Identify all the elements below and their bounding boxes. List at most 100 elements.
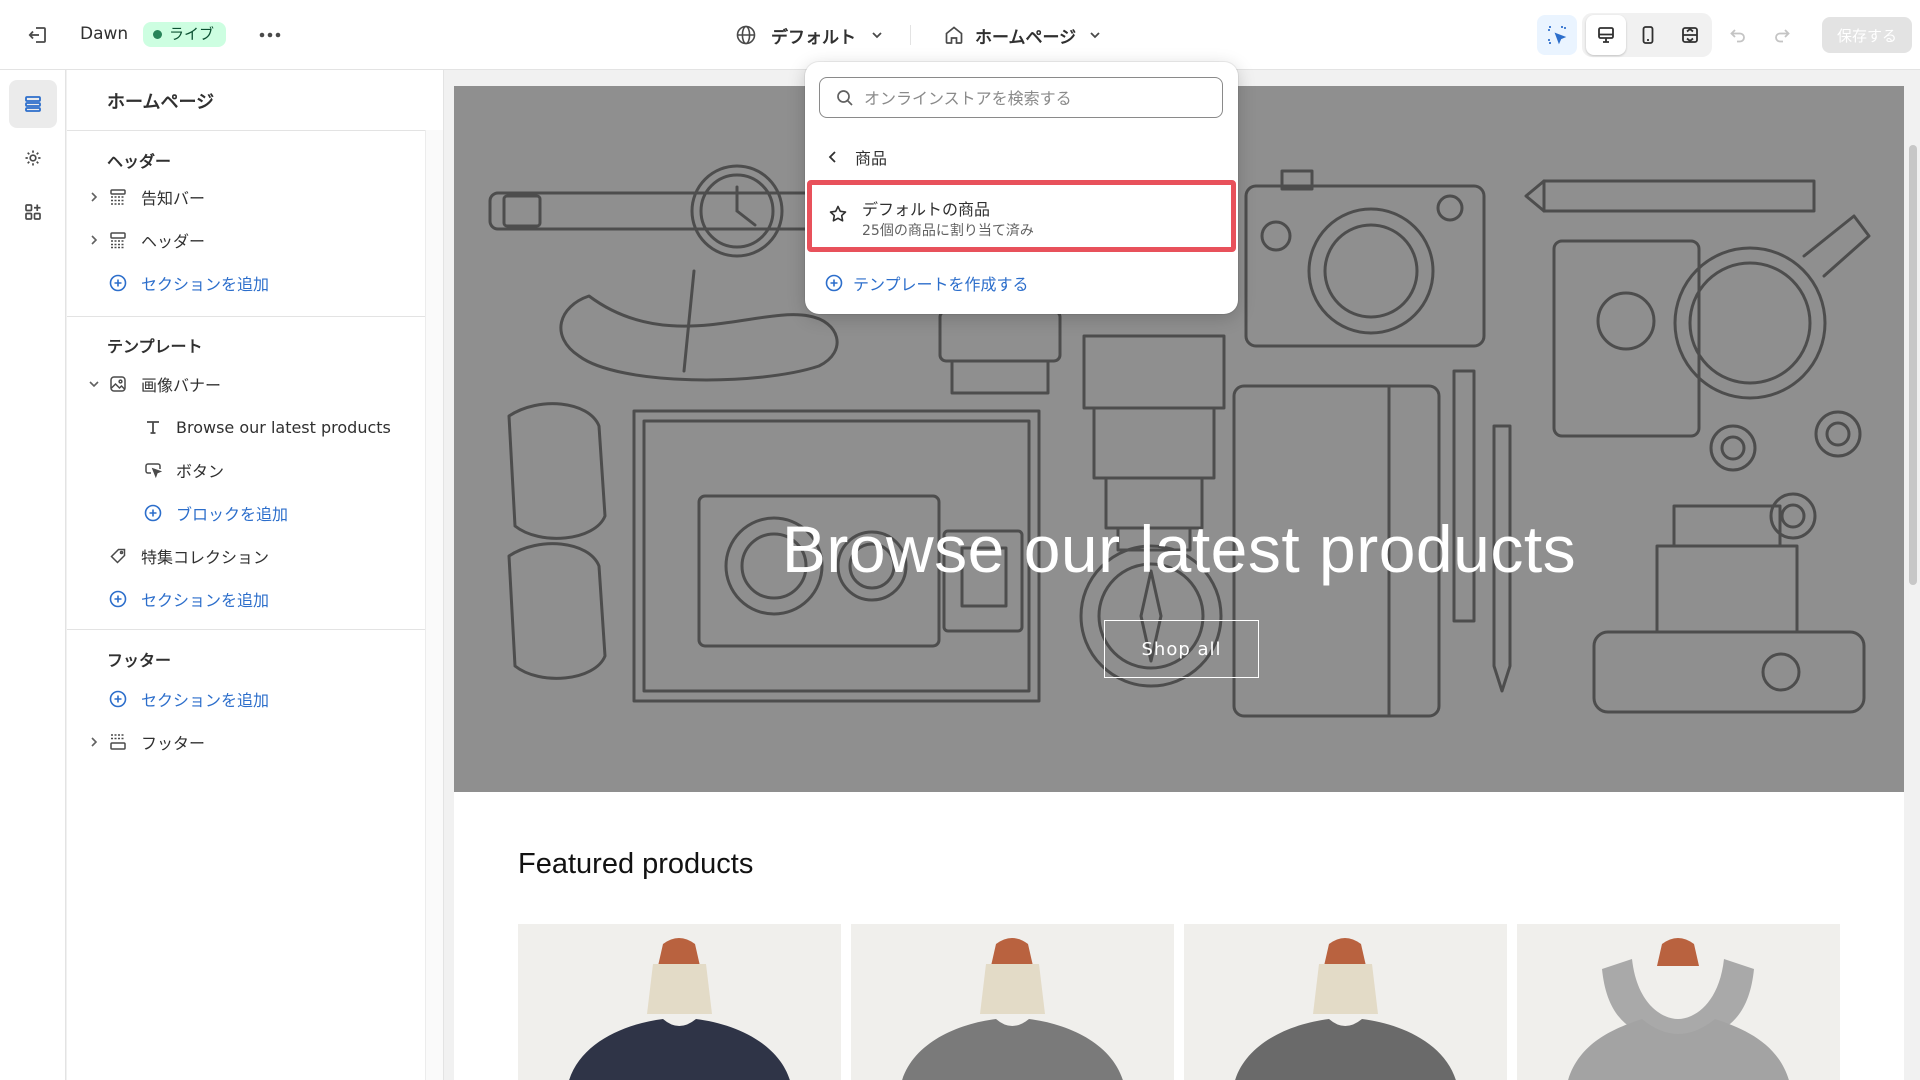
button-cursor-icon	[142, 459, 164, 481]
sidebar-item-featured-collection[interactable]: 特集コレクション	[107, 539, 269, 573]
locale-selector[interactable]: デフォルト	[725, 15, 895, 55]
home-icon	[945, 26, 963, 44]
live-status-badge: ライブ	[143, 22, 227, 47]
chevron-down-icon	[872, 32, 882, 39]
default-product-template-option[interactable]: デフォルトの商品 25個の商品に割り当て済み	[807, 180, 1236, 252]
sidebar-divider	[67, 130, 444, 131]
shop-all-button[interactable]: Shop all	[1104, 620, 1259, 678]
exit-button[interactable]	[18, 15, 58, 55]
product-image	[518, 924, 841, 1080]
plus-circle-icon	[107, 688, 129, 710]
product-image	[851, 924, 1174, 1080]
sections-nav-button[interactable]	[9, 80, 57, 128]
store-search-input[interactable]	[864, 86, 1204, 110]
announcement-bar-icon	[107, 186, 129, 208]
add-block-label: ブロックを追加	[176, 505, 289, 524]
chevron-right-icon[interactable]	[87, 190, 101, 204]
sidebar-item-footer[interactable]: フッター	[107, 725, 205, 759]
product-card[interactable]	[1517, 924, 1840, 1080]
cursor-select-icon	[1548, 26, 1567, 45]
plus-circle-icon	[107, 272, 129, 294]
option-subtitle: 25個の商品に割り当て済み	[862, 223, 1034, 239]
back-to-products-button[interactable]: 商品	[819, 142, 887, 172]
template-group-title: テンプレート	[107, 337, 203, 356]
plus-circle-icon	[107, 588, 129, 610]
mobile-view-button[interactable]	[1628, 15, 1668, 55]
desktop-view-button[interactable]	[1586, 15, 1626, 55]
add-section-label: セクションを追加	[141, 275, 270, 294]
product-card[interactable]	[1184, 924, 1507, 1080]
chevron-down-icon[interactable]	[87, 377, 101, 391]
chevron-right-icon[interactable]	[87, 233, 101, 247]
theme-name: Dawn	[80, 24, 129, 44]
image-icon	[107, 373, 129, 395]
chevron-right-icon[interactable]	[87, 735, 101, 749]
search-icon	[837, 90, 853, 106]
gear-icon	[25, 150, 41, 166]
redo-button[interactable]	[1764, 15, 1800, 55]
desktop-icon	[1598, 27, 1614, 43]
footer-layout-icon	[107, 731, 129, 753]
chevron-down-icon	[1090, 32, 1100, 39]
add-section-header-button[interactable]: セクションを追加	[107, 266, 269, 300]
sidebar-item-announcement-bar[interactable]: 告知バー	[107, 180, 205, 214]
create-template-label: テンプレートを作成する	[853, 275, 1029, 294]
locale-label: デフォルト	[771, 27, 856, 48]
add-block-button[interactable]: ブロックを追加	[142, 496, 288, 530]
inspector-button[interactable]	[1537, 15, 1577, 55]
fullwidth-view-button[interactable]	[1670, 15, 1710, 55]
featured-products-heading[interactable]: Featured products	[518, 848, 753, 881]
ellipsis-icon	[259, 32, 281, 38]
theme-settings-nav-button[interactable]	[9, 134, 57, 182]
sidebar-block-button[interactable]: ボタン	[142, 453, 224, 487]
chevron-left-icon	[828, 151, 836, 163]
store-search-field[interactable]	[819, 77, 1223, 118]
sidebar-item-image-banner[interactable]: 画像バナー	[107, 367, 221, 401]
sidebar-title: ホームページ	[107, 92, 215, 113]
product-card[interactable]	[851, 924, 1174, 1080]
sidebar-item-label: ヘッダー	[141, 232, 206, 251]
plus-circle-icon	[825, 274, 843, 292]
expand-icon	[1682, 27, 1698, 43]
editor-top-bar: Dawn ライブ デフォルト ホームページ 保存する	[0, 0, 1920, 70]
page-selector[interactable]: ホームページ	[935, 15, 1105, 55]
sidebar-item-header[interactable]: ヘッダー	[107, 223, 205, 257]
tag-icon	[107, 545, 129, 567]
add-section-label: セクションを追加	[141, 691, 270, 710]
globe-icon	[736, 25, 756, 45]
header-layout-icon	[107, 229, 129, 251]
mobile-icon	[1642, 26, 1654, 44]
option-title: デフォルトの商品	[862, 200, 991, 219]
plus-circle-icon	[142, 502, 164, 524]
page-label: ホームページ	[975, 27, 1077, 48]
sidebar-item-label: 特集コレクション	[141, 548, 270, 567]
undo-button[interactable]	[1720, 15, 1756, 55]
sections-sidebar: ホームページ ヘッダー 告知バー ヘッダー セクションを追加 テンプレート 画像…	[67, 70, 444, 1080]
sidebar-item-label: ボタン	[176, 462, 225, 481]
footer-group-title: フッター	[107, 651, 172, 670]
topbar-divider	[910, 25, 911, 45]
add-section-footer-button[interactable]: セクションを追加	[107, 682, 269, 716]
save-button[interactable]: 保存する	[1822, 17, 1912, 53]
sidebar-item-label: Browse our latest products	[176, 417, 391, 437]
preview-scrollbar[interactable]	[1906, 70, 1920, 1080]
product-card[interactable]	[518, 924, 841, 1080]
scrollbar-thumb[interactable]	[1909, 145, 1917, 585]
header-group-title: ヘッダー	[107, 152, 172, 171]
add-section-template-button[interactable]: セクションを追加	[107, 582, 269, 616]
add-section-label: セクションを追加	[141, 591, 270, 610]
sidebar-item-label: フッター	[141, 734, 206, 753]
sidebar-divider	[67, 629, 425, 630]
product-image	[1517, 924, 1840, 1080]
sidebar-item-label: 告知バー	[141, 189, 206, 208]
sections-icon	[25, 96, 41, 112]
sidebar-scrollbar[interactable]	[425, 130, 443, 1080]
exit-icon	[28, 27, 46, 43]
create-template-button[interactable]: テンプレートを作成する	[825, 268, 1029, 298]
hero-heading[interactable]: Browse our latest products	[454, 511, 1904, 587]
product-image	[1184, 924, 1507, 1080]
apps-nav-button[interactable]	[9, 188, 57, 236]
template-selector-popover: 商品 デフォルトの商品 25個の商品に割り当て済み テンプレートを作成する	[805, 62, 1238, 314]
more-actions-button[interactable]	[250, 15, 290, 55]
sidebar-block-heading[interactable]: Browse our latest products	[142, 410, 391, 444]
